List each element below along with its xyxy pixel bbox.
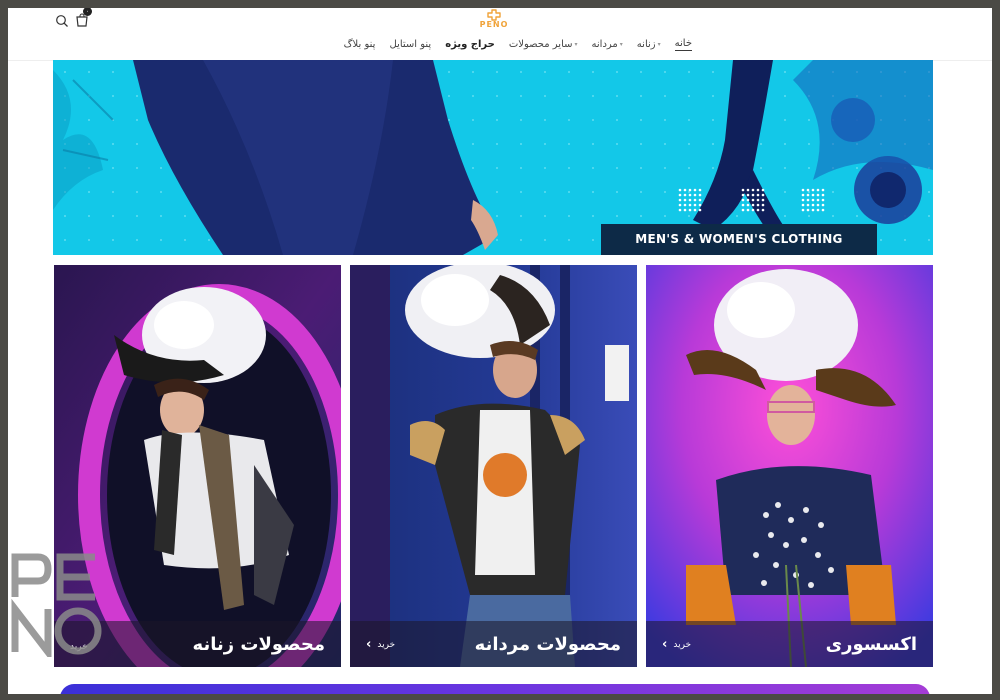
- cart-count-badge: ۰: [83, 8, 92, 16]
- page: ۰ PENO خانه زنانه ▾ مردانه ▾ سایر محصولا…: [8, 8, 992, 694]
- hero-caption: MEN'S & WOMEN'S CLOTHING: [601, 224, 877, 255]
- category-card-men[interactable]: محصولات مردانه خرید ›: [350, 265, 637, 667]
- nav-item-label: پنو بلاگ: [343, 38, 376, 50]
- nav-item-men[interactable]: مردانه ▾: [592, 39, 623, 50]
- promo-strip: [60, 684, 930, 694]
- chevron-right-icon: ›: [662, 637, 668, 652]
- shop-link[interactable]: خرید ›: [662, 637, 691, 652]
- nav-item-other-products[interactable]: سایر محصولات ▾: [509, 39, 578, 50]
- nav-item-peno-style[interactable]: پنو استایل: [389, 39, 431, 50]
- site-logo[interactable]: PENO: [476, 9, 512, 33]
- nav-item-women[interactable]: زنانه ▾: [637, 39, 661, 50]
- card-title: اکسسوری: [825, 634, 917, 655]
- search-button[interactable]: [53, 11, 71, 29]
- nav-item-label: سایر محصولات: [508, 38, 573, 50]
- women-category-image: [54, 265, 341, 667]
- shop-link-label: خرید: [673, 639, 692, 650]
- chevron-right-icon: ›: [366, 637, 372, 652]
- nav-item-label: حراج ویژه: [445, 38, 495, 50]
- search-icon: [56, 15, 68, 27]
- chevron-down-icon: ▾: [619, 40, 623, 48]
- accessories-category-image: [646, 265, 933, 667]
- chevron-down-icon: ▾: [574, 40, 578, 48]
- category-card-women[interactable]: محصولات زنانه خرید: [54, 265, 341, 667]
- main-nav: خانه زنانه ▾ مردانه ▾ سایر محصولات ▾ حرا…: [344, 37, 692, 51]
- site-header: ۰ PENO خانه زنانه ▾ مردانه ▾ سایر محصولا…: [8, 8, 992, 61]
- shop-link-label: خرید: [70, 642, 88, 652]
- nav-item-label: مردانه: [591, 38, 618, 50]
- category-card-accessories[interactable]: اکسسوری خرید ›: [646, 265, 933, 667]
- logo-text: PENO: [479, 20, 509, 29]
- shop-link-label: خرید: [377, 639, 396, 650]
- men-category-image: [350, 265, 637, 667]
- chevron-down-icon: ▾: [657, 40, 661, 48]
- shop-link[interactable]: خرید: [70, 642, 88, 652]
- shop-link[interactable]: خرید ›: [366, 637, 395, 652]
- nav-item-peno-blog[interactable]: پنو بلاگ: [344, 39, 376, 50]
- cart-button[interactable]: ۰: [74, 8, 92, 27]
- hero-banner[interactable]: MEN'S & WOMEN'S CLOTHING: [53, 60, 933, 255]
- nav-item-label: پنو استایل: [389, 38, 432, 50]
- nav-item-home[interactable]: خانه: [674, 37, 692, 51]
- nav-item-special-sale[interactable]: حراج ویژه: [445, 39, 495, 50]
- nav-item-label: زنانه: [636, 38, 656, 50]
- card-title: محصولات مردانه: [474, 634, 621, 655]
- nav-item-label: خانه: [674, 37, 692, 49]
- card-title: محصولات زنانه: [192, 634, 325, 655]
